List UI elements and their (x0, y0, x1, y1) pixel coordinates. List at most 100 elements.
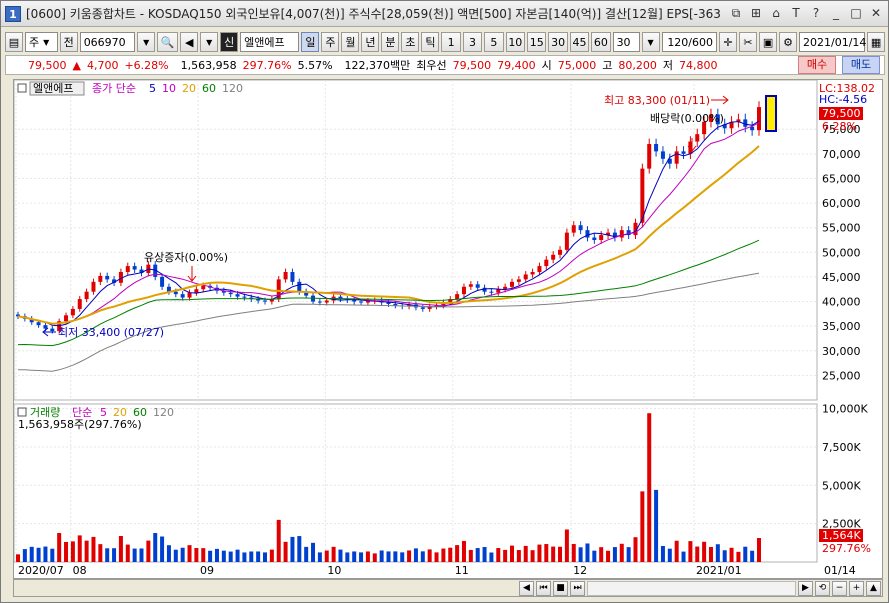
first-page-icon[interactable]: ⏮ (536, 581, 551, 596)
close-icon[interactable]: ✕ (868, 5, 884, 21)
candle-body (544, 259, 549, 267)
period-year[interactable]: 년 (361, 32, 380, 52)
price-tick-label: 50,000 (822, 246, 861, 259)
tools-icon[interactable]: ✂ (739, 32, 758, 52)
scroll-left-icon[interactable]: ◀ (519, 581, 534, 596)
interval-3[interactable]: 3 (462, 32, 483, 52)
candle-body (393, 304, 398, 306)
volume-bar (16, 554, 20, 562)
candle-body (180, 294, 185, 298)
help-icon[interactable]: ? (808, 5, 824, 21)
calendar-icon[interactable]: ▦ (867, 32, 886, 52)
volume-bar (407, 550, 412, 562)
stock-code-input[interactable]: 066970 (79, 32, 136, 52)
period-minute[interactable]: 분 (381, 32, 400, 52)
interval-15[interactable]: 15 (527, 32, 547, 52)
interval-10[interactable]: 10 (505, 32, 525, 52)
chart-scrollbar[interactable]: ◀ ⏮ ■ ⏭ ▶ ⟲ − + ▲ (519, 581, 881, 596)
sell-button[interactable]: 매도 (842, 56, 880, 74)
search-icon[interactable]: 🔍 (157, 32, 179, 52)
interval-dropdown-icon[interactable]: ▼ (641, 32, 660, 52)
candle-body (50, 328, 55, 332)
volume-bar (91, 536, 96, 562)
volume-bar (269, 549, 274, 562)
volume-tick-label: 7,500K (822, 441, 861, 454)
volume-dropdown-icon[interactable]: ▼ (200, 32, 219, 52)
volume-bar (338, 549, 343, 562)
chart-scroll-end-icon[interactable]: ▲ (866, 581, 881, 596)
zoom-in-icon[interactable]: + (849, 581, 864, 596)
volume-bar (331, 546, 336, 562)
layout-icon[interactable]: ⊞ (748, 5, 764, 21)
minimize-icon[interactable]: _ (828, 5, 844, 21)
interval-1[interactable]: 1 (441, 32, 461, 52)
candle-body (558, 249, 563, 255)
candle-body (695, 134, 700, 142)
candle-body (461, 286, 466, 295)
volume-bar (139, 548, 144, 562)
item-type-select[interactable]: 주 ▼ (25, 32, 58, 52)
credit-badge-icon: 신 (220, 32, 239, 52)
scroll-track[interactable] (587, 581, 796, 596)
volume-tick-label: 5,000K (822, 479, 861, 492)
volume-bar (695, 546, 700, 562)
price-tick-label: 35,000 (822, 320, 861, 333)
chart-menu-icon[interactable]: ▤ (5, 32, 23, 52)
crosshair-icon[interactable]: ✛ (719, 32, 738, 52)
title-buttons: ⧉ ⊞ ⌂ T ? _ □ ✕ (728, 5, 884, 21)
volume-bar (743, 546, 748, 562)
zoom-out-icon[interactable]: − (832, 581, 847, 596)
price-volume-chart: 75,00070,00065,00060,00055,00050,00045,0… (13, 79, 875, 577)
font-icon[interactable]: T (788, 5, 804, 21)
period-second[interactable]: 초 (401, 32, 420, 52)
next-page-icon[interactable]: ⏭ (570, 581, 585, 596)
volume-bar (496, 548, 501, 562)
zoom-reset-icon[interactable]: ⟲ (815, 581, 830, 596)
last-pct-badge: 6.28% (822, 120, 857, 133)
candle-body (36, 322, 41, 326)
volume-bar (345, 552, 350, 562)
gear-icon[interactable]: ⚙ (779, 32, 798, 52)
volume-bar (29, 546, 34, 562)
stop-icon[interactable]: ■ (553, 581, 568, 596)
volume-bar (77, 535, 82, 562)
speaker-icon[interactable]: ◀ (180, 32, 199, 52)
volume-bar (57, 533, 62, 562)
interval-45[interactable]: 45 (569, 32, 590, 52)
window-title: [0600] 키움종합차트 - KOSDAQ150 외국인보유[4,007(천)… (26, 7, 721, 21)
volume-bar (372, 553, 377, 562)
candle-body (235, 294, 240, 297)
volume-bar (523, 545, 528, 562)
prev-button[interactable]: 전 (59, 32, 78, 52)
rights-issue-annotation: 유상증자(0.00%) (144, 251, 228, 264)
link-icon[interactable]: ⧉ (728, 5, 744, 21)
interval-select[interactable]: 30 (612, 32, 640, 52)
candle-body (173, 291, 178, 295)
buy-button[interactable]: 매수 (798, 56, 836, 74)
maximize-icon[interactable]: □ (848, 5, 864, 21)
code-dropdown-icon[interactable]: ▼ (137, 32, 156, 52)
count-input[interactable]: 120/600 (661, 32, 718, 52)
period-tick[interactable]: 틱 (421, 32, 440, 52)
volume-bar (180, 547, 185, 562)
volume-bar (317, 552, 322, 562)
volume-bar (386, 551, 391, 562)
scroll-right-icon[interactable]: ▶ (798, 581, 813, 596)
interval-60[interactable]: 60 (591, 32, 611, 52)
chart-area[interactable]: 75,000 70,000 65,000 60,000 55,000 50,000 45,0… (13, 79, 883, 579)
date-input[interactable]: 2021/01/14 (799, 32, 866, 52)
period-day[interactable]: 일 (301, 32, 320, 52)
legend-ma120: 120 (222, 82, 243, 95)
volume-bar (118, 535, 123, 562)
volume-bar (187, 545, 192, 562)
pin-icon[interactable]: ⌂ (768, 5, 784, 21)
volume-bar (715, 544, 720, 562)
time-tick-label: 10 (327, 564, 341, 577)
period-week[interactable]: 주 (321, 32, 340, 52)
interval-5[interactable]: 5 (484, 32, 504, 52)
period-month[interactable]: 월 (341, 32, 360, 52)
volume-bar (475, 548, 480, 562)
save-icon[interactable]: ▣ (759, 32, 778, 52)
interval-30[interactable]: 30 (548, 32, 568, 52)
candle-body (194, 289, 199, 293)
